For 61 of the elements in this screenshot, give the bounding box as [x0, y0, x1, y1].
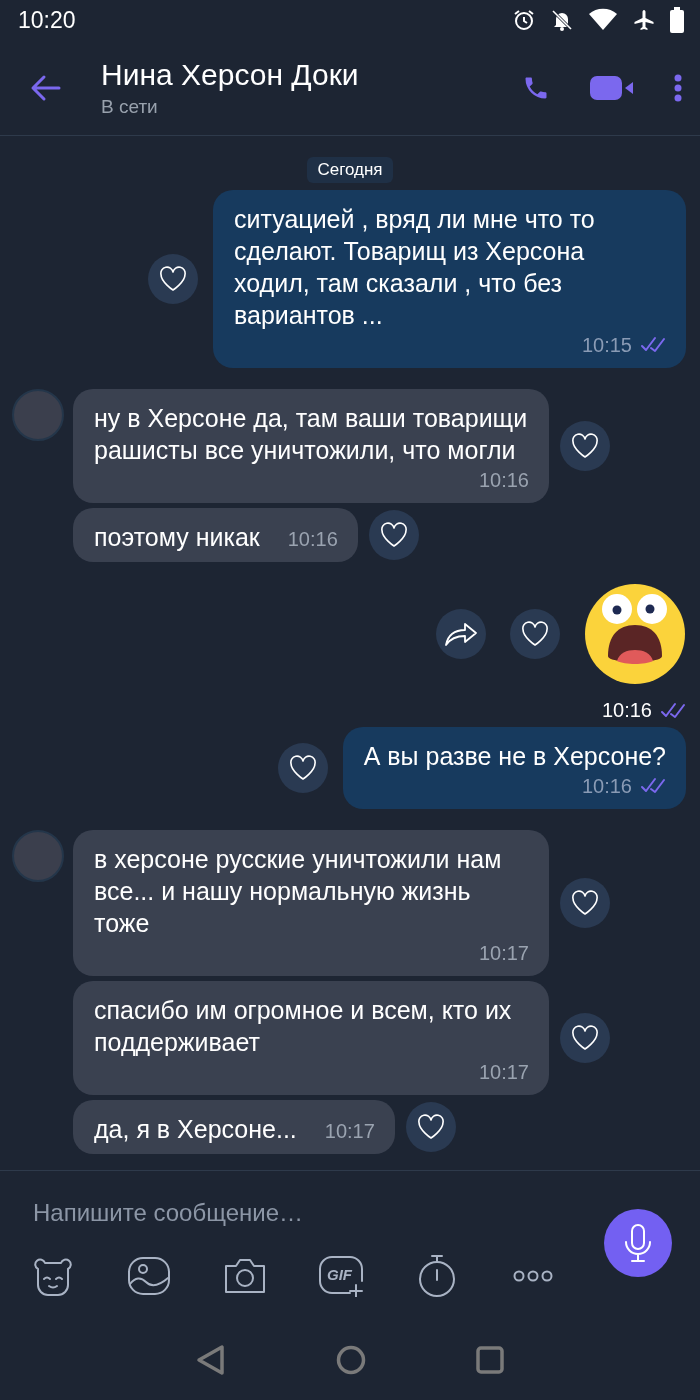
message-time: 10:16 — [581, 774, 632, 798]
muted-bell-icon — [550, 8, 574, 32]
back-nav-button[interactable] — [196, 1344, 226, 1376]
like-button[interactable] — [560, 878, 610, 928]
message-time: 10:17 — [478, 941, 529, 965]
microphone-icon — [624, 1224, 652, 1262]
online-status: В сети — [101, 95, 159, 118]
heart-icon — [379, 522, 408, 548]
circle-icon — [336, 1345, 366, 1375]
message-time: 10:16 — [478, 468, 529, 492]
message-text: в херсоне русские уничтожили нам все... и нашу нормальную жизнь тоже — [94, 844, 503, 939]
message-time: 10:16 — [601, 699, 652, 722]
message-text: да, я в Херсоне... — [94, 1114, 297, 1145]
forward-button[interactable] — [436, 609, 486, 659]
message-time: 10:15 — [581, 333, 632, 357]
like-button[interactable] — [405, 1102, 456, 1152]
back-arrow-icon — [30, 73, 62, 102]
message-text: ситуацией , вряд ли мне что то сделают. Товарищ из Херсона ходил, там сказали , что без вариантов ... — [234, 204, 596, 331]
forward-arrow-icon — [444, 621, 478, 647]
battery-icon — [670, 7, 684, 33]
more-vertical-icon — [674, 73, 682, 102]
triangle-icon — [196, 1344, 226, 1376]
stopwatch-icon — [417, 1254, 457, 1298]
like-button[interactable] — [510, 609, 560, 659]
message-time: 10:16 — [287, 527, 338, 551]
clock-time: 10:20 — [18, 6, 76, 34]
back-button[interactable] — [30, 73, 62, 102]
gif-button[interactable]: GIF — [318, 1253, 364, 1299]
alarm-icon — [512, 8, 536, 32]
message-input-field[interactable]: Напишите сообщение… — [20, 1191, 586, 1235]
heart-icon — [571, 433, 599, 459]
heart-icon — [159, 266, 187, 292]
heart-icon — [416, 1114, 445, 1140]
more-options-button[interactable] — [674, 73, 682, 102]
like-button[interactable] — [560, 1013, 610, 1063]
message-time: 10:17 — [478, 1060, 529, 1084]
date-separator: Сегодня — [307, 157, 393, 183]
like-button[interactable] — [368, 510, 419, 560]
message-text: А вы разве не в Херсоне? — [363, 741, 666, 772]
square-icon — [476, 1346, 504, 1374]
contact-name: Нина Херсон Доки — [101, 57, 359, 92]
more-dots-icon — [513, 1270, 553, 1282]
like-button[interactable] — [277, 743, 328, 793]
heart-icon — [288, 755, 317, 781]
heart-icon — [521, 621, 549, 647]
heart-icon — [571, 1025, 599, 1051]
camera-icon — [222, 1256, 268, 1296]
message-text: поэтому никак — [94, 522, 260, 553]
video-camera-icon — [590, 73, 634, 102]
recents-nav-button[interactable] — [476, 1346, 504, 1374]
wifi-icon — [588, 8, 618, 32]
heart-icon — [571, 890, 599, 916]
like-button[interactable] — [560, 421, 610, 471]
home-nav-button[interactable] — [336, 1345, 366, 1375]
like-button[interactable] — [148, 254, 198, 304]
video-call-button[interactable] — [590, 73, 634, 102]
message-time: 10:17 — [324, 1119, 375, 1143]
message-text: ну в Херсоне да, там ваши товарищи рашисты все уничтожили, что могли — [94, 403, 529, 466]
image-icon — [127, 1256, 171, 1296]
airplane-icon — [632, 8, 656, 32]
message-text: спасибо им огромное и всем, кто их поддерживает — [94, 995, 513, 1058]
